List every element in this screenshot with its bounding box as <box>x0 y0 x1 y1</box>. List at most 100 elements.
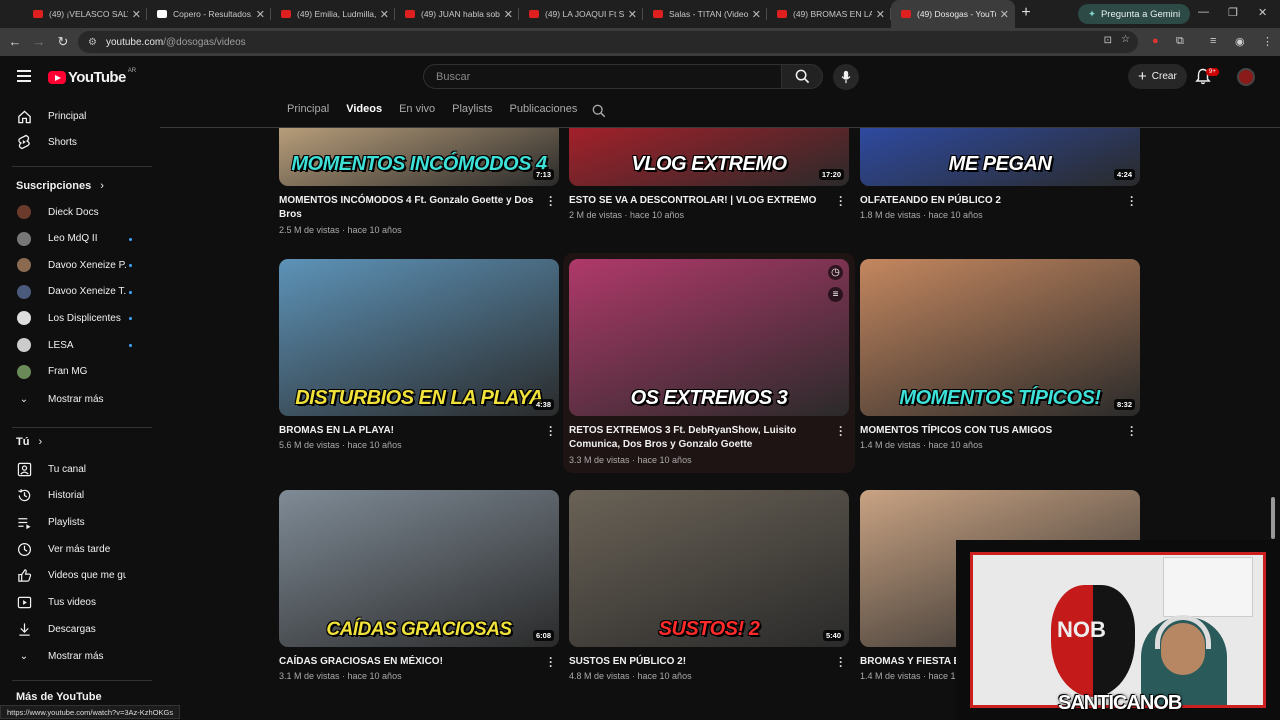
video-options-icon[interactable]: · · · <box>839 191 843 211</box>
new-tab-button[interactable]: + <box>1014 4 1038 22</box>
sidebar-subscription-item[interactable]: Davoo Xeneize P... <box>0 252 155 278</box>
site-info-icon[interactable]: ⚙ <box>88 37 97 48</box>
video-thumbnail[interactable]: DISTURBIOS EN LA PLAYA 4:38 <box>279 259 559 416</box>
video-title[interactable]: CAÍDAS GRACIOSAS EN MÉXICO! <box>279 655 541 669</box>
browser-tab[interactable]: (49) Emilia, Ludmilla,... ✕ <box>271 0 395 28</box>
show-more-button[interactable]: ⌄ Mostrar más <box>0 643 155 669</box>
video-thumbnail[interactable]: ME PEGAN 4:24 <box>860 128 1140 186</box>
browser-menu-icon[interactable]: ⋮ <box>1262 35 1273 48</box>
video-thumbnail[interactable]: VLOG EXTREMO 17:20 <box>569 128 849 186</box>
minimize-window-icon[interactable]: — <box>1198 6 1209 18</box>
browser-tab[interactable]: (49) Dosogas - YouTu... ✕ <box>891 0 1015 28</box>
watch-later-icon[interactable]: ◷ <box>828 265 843 280</box>
sidebar-subscription-item[interactable]: Dieck Docs <box>0 199 155 225</box>
jersey-text: NOB <box>1057 617 1106 642</box>
voice-search-button[interactable] <box>833 64 859 90</box>
sidebar-subscription-item[interactable]: LESA <box>0 332 155 358</box>
tab-title: (49) Dosogas - YouTu... <box>917 9 996 19</box>
video-options-icon[interactable]: · · · <box>549 191 553 211</box>
video-thumbnail[interactable]: MOMENTOS INCÓMODOS 4 7:13 <box>279 128 559 186</box>
thumbnail-caption: MOMENTOS TÍPICOS! <box>899 387 1101 409</box>
youtube-logo[interactable]: YouTube AR <box>48 68 136 86</box>
you-heading[interactable]: Tú › <box>16 436 42 448</box>
account-avatar[interactable] <box>1237 68 1255 86</box>
sidebar-item-video[interactable]: Tus videos <box>0 590 155 616</box>
video-thumbnail[interactable]: OS EXTREMOS 3 ◷ ≡ <box>569 259 849 416</box>
video-options-icon[interactable]: · · · <box>549 421 553 441</box>
video-title[interactable]: SUSTOS EN PÚBLICO 2! <box>569 655 831 669</box>
forward-icon[interactable]: → <box>27 34 51 49</box>
video-title[interactable]: RETOS EXTREMOS 3 Ft. DebRyanShow, Luisit… <box>569 424 831 452</box>
video-title[interactable]: BROMAS EN LA PLAYA! <box>279 424 541 438</box>
tab-publicaciones[interactable]: Publicaciones <box>509 103 577 119</box>
close-tab-icon[interactable]: ✕ <box>504 8 513 21</box>
channel-search-icon[interactable] <box>592 104 606 123</box>
close-tab-icon[interactable]: ✕ <box>132 8 141 21</box>
sidebar-item-clock[interactable]: Ver más tarde <box>0 536 155 562</box>
sidebar-item-download[interactable]: Descargas <box>0 616 155 642</box>
video-options-icon[interactable]: · · · <box>839 652 843 672</box>
bookmark-star-icon[interactable]: ☆ <box>1121 34 1130 45</box>
browser-tab[interactable]: Copero - Resultados... ✕ <box>147 0 271 28</box>
video-thumbnail[interactable]: CAÍDAS GRACIOSAS 6:08 <box>279 490 559 647</box>
install-app-icon[interactable]: ⊡ <box>1104 35 1112 46</box>
browser-tab[interactable]: (49) LA JOAQUI Ft Sal... ✕ <box>519 0 643 28</box>
sidebar-item-user[interactable]: Tu canal <box>0 456 155 482</box>
browser-tab[interactable]: (49) JUAN habla sobre... ✕ <box>395 0 519 28</box>
video-thumbnail[interactable]: MOMENTOS TÍPICOS! 8:32 <box>860 259 1140 416</box>
reload-icon[interactable]: ↻ <box>51 34 75 50</box>
back-icon[interactable]: ← <box>3 34 27 49</box>
sidebar-divider <box>12 166 152 167</box>
tab-en-vivo[interactable]: En vivo <box>399 103 435 119</box>
video-title[interactable]: ESTO SE VA A DESCONTROLAR! | VLOG EXTREM… <box>569 194 831 208</box>
url-field[interactable]: ⚙ youtube.com/@dosogas/videos ⊡ ☆ <box>78 31 1138 53</box>
browser-tab[interactable]: Salas - TITAN (Video... ✕ <box>643 0 767 28</box>
close-tab-icon[interactable]: ✕ <box>1000 8 1009 21</box>
video-thumbnail[interactable]: SUSTOS! 2 5:40 <box>569 490 849 647</box>
tab-playlists[interactable]: Playlists <box>452 103 492 119</box>
sidebar-subscription-item[interactable]: Los Displicentes <box>0 305 155 331</box>
media-controls-icon[interactable]: ≡ <box>1210 35 1216 47</box>
sidebar-item-principal[interactable]: Principal <box>0 103 155 129</box>
menu-icon[interactable] <box>17 70 31 82</box>
maximize-window-icon[interactable]: ❐ <box>1228 6 1238 19</box>
sidebar-item-shorts[interactable]: Shorts <box>0 129 155 155</box>
video-options-icon[interactable]: · · · <box>839 421 843 441</box>
video-options-icon[interactable]: · · · <box>549 652 553 672</box>
user-icon <box>0 462 48 477</box>
browser-tab[interactable]: (49) BROMAS EN LA... ✕ <box>767 0 891 28</box>
sidebar-subscription-item[interactable]: Leo MdQ II <box>0 226 155 252</box>
subscriptions-heading[interactable]: Suscripciones › <box>16 180 104 192</box>
browser-tab[interactable]: (49) ¡VELASCO SALVO... ✕ <box>23 0 147 28</box>
puzzle-extensions-icon[interactable]: ⧉ <box>1176 35 1184 48</box>
close-window-icon[interactable]: ✕ <box>1258 6 1267 19</box>
sidebar-subscription-item[interactable]: Davoo Xeneize T... <box>0 279 155 305</box>
sidebar-item-thumbs-up[interactable]: Videos que me gus... <box>0 563 155 589</box>
search-input[interactable]: Buscar <box>423 64 783 89</box>
close-tab-icon[interactable]: ✕ <box>628 8 637 21</box>
tab-videos[interactable]: Videos <box>346 103 382 119</box>
sidebar-subscription-item[interactable]: Fran MG <box>0 359 155 385</box>
close-tab-icon[interactable]: ✕ <box>876 8 885 21</box>
create-button[interactable]: + Crear <box>1128 64 1187 89</box>
sidebar-item-playlist[interactable]: Playlists <box>0 509 155 535</box>
video-title[interactable]: MOMENTOS TÍPICOS CON TUS AMIGOS <box>860 424 1122 438</box>
video-options-icon[interactable]: · · · <box>1130 191 1134 211</box>
video-options-icon[interactable]: · · · <box>1130 421 1134 441</box>
extension-icon[interactable]: ● <box>1152 35 1159 47</box>
gemini-button[interactable]: ✦ Pregunta a Gemini <box>1078 4 1191 24</box>
show-more-button[interactable]: ⌄ Mostrar más <box>0 386 155 412</box>
video-title[interactable]: MOMENTOS INCÓMODOS 4 Ft. Gonzalo Goette … <box>279 194 541 222</box>
add-to-queue-icon[interactable]: ≡ <box>828 287 843 302</box>
video-title[interactable]: OLFATEANDO EN PÚBLICO 2 <box>860 194 1122 208</box>
profile-icon[interactable]: ◉ <box>1235 35 1245 48</box>
sidebar-item-history[interactable]: Historial <box>0 483 155 509</box>
close-tab-icon[interactable]: ✕ <box>380 8 389 21</box>
close-tab-icon[interactable]: ✕ <box>256 8 265 21</box>
video-title[interactable]: BROMAS Y FIESTA E... <box>860 655 956 669</box>
youtube-favicon <box>529 10 539 18</box>
page-scrollbar[interactable] <box>1271 497 1275 539</box>
tab-principal[interactable]: Principal <box>287 103 329 119</box>
search-button[interactable] <box>781 64 823 89</box>
close-tab-icon[interactable]: ✕ <box>752 8 761 21</box>
